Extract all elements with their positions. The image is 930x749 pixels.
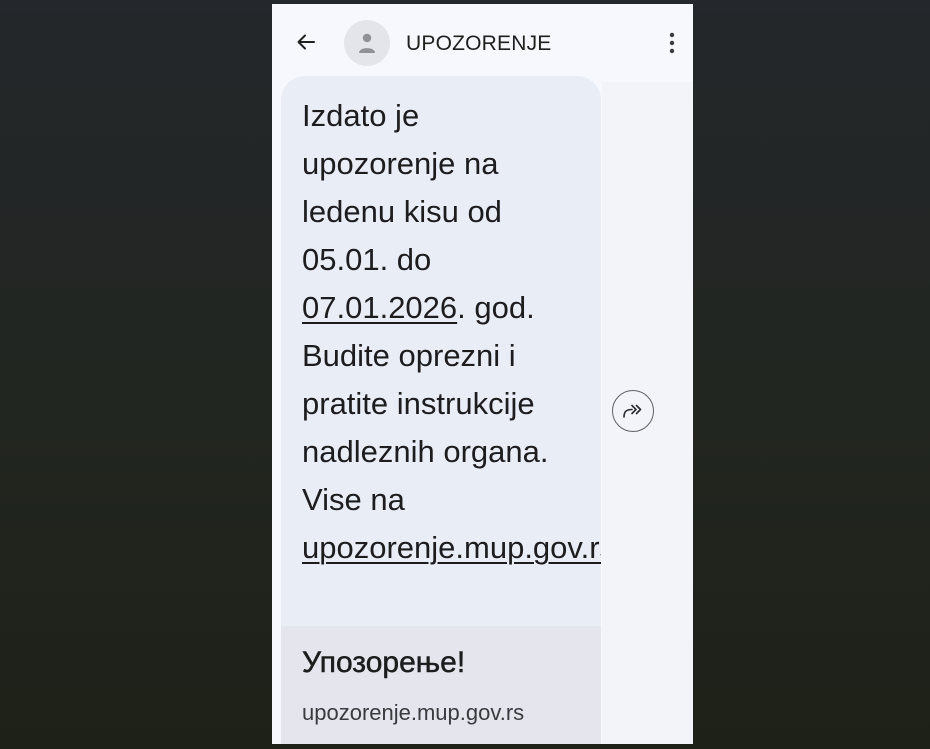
more-options-button[interactable] [660, 28, 684, 58]
forward-icon [623, 404, 642, 418]
conversation-title: UPOZORENJE [406, 32, 552, 55]
message-bubble[interactable]: Izdato je upozorenje na ledenu kisu od 0… [281, 76, 601, 744]
link-preview-domain: upozorenje.mup.gov.rs [302, 700, 525, 725]
forward-button[interactable] [612, 390, 654, 432]
message-body: Izdato je upozorenje na ledenu kisu od 0… [302, 92, 601, 572]
person-icon [359, 33, 375, 53]
message-text-part1: Izdato je upozorenje na ledenu kisu od 0… [302, 98, 502, 277]
phone-screen: UPOZORENJE Izdato je upozorenje na leden… [272, 4, 693, 744]
link-preview-title: Упозорење! [302, 646, 466, 680]
url-link[interactable]: upozorenje.mup.gov.rs [302, 530, 601, 565]
avatar[interactable] [344, 20, 390, 66]
arrow-back-icon [297, 34, 315, 50]
link-preview-card[interactable]: Упозорење! upozorenje.mup.gov.rs [281, 626, 601, 744]
app-bar: UPOZORENJE [272, 4, 693, 82]
date-link[interactable]: 07.01.2026 [302, 290, 457, 325]
more-vert-icon [669, 32, 675, 54]
back-button[interactable] [292, 28, 320, 56]
